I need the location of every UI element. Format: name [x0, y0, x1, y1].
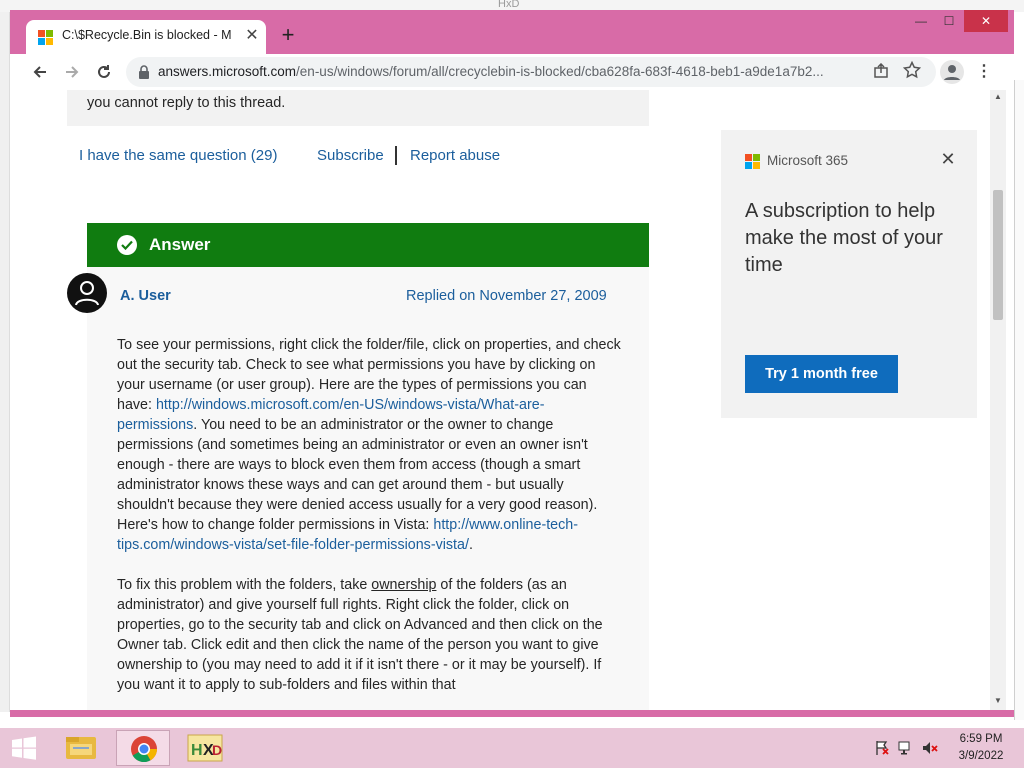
volume-muted-icon[interactable]: [922, 740, 938, 756]
close-window-button[interactable]: ✕: [964, 10, 1008, 32]
answer-text-segment: of the folders (as an administrator) and…: [117, 577, 603, 693]
ad-brand: Microsoft 365: [767, 153, 849, 168]
answer-text-segment: .: [468, 537, 473, 553]
microsoft-logo-icon: [745, 154, 761, 170]
clock-time[interactable]: 6:59 PM: [953, 733, 1009, 745]
answer-paragraph: To see your permissions, right click the…: [117, 335, 621, 555]
svg-text:H: H: [191, 742, 203, 759]
taskbar: HXD 6:59 PM 3/9/2022: [0, 728, 1024, 768]
bookmark-star-icon[interactable]: [902, 60, 922, 81]
browser-window: C:\$Recycle.Bin is blocked - Micr ✕ + — …: [10, 10, 1014, 717]
share-icon[interactable]: [872, 62, 890, 81]
reply-date[interactable]: Replied on November 27, 2009: [406, 288, 607, 304]
answer-label: Answer: [149, 235, 211, 254]
answer-author[interactable]: A. User: [120, 288, 171, 304]
link-divider: [395, 146, 397, 165]
background-window-title: HxD: [498, 0, 520, 10]
tab-strip: C:\$Recycle.Bin is blocked - Micr ✕ + — …: [10, 10, 1014, 54]
lock-icon[interactable]: [138, 65, 150, 79]
clock-date[interactable]: 3/9/2022: [953, 750, 1009, 762]
answer-header: Answer: [87, 223, 649, 267]
forward-arrow-icon[interactable]: [60, 60, 84, 84]
tab-title: C:\$Recycle.Bin is blocked - Micr: [62, 28, 232, 42]
answer-text-segment: To fix this problem with the folders, ta…: [117, 577, 372, 593]
try-free-button[interactable]: Try 1 month free: [745, 355, 898, 393]
minimize-button[interactable]: —: [908, 10, 934, 32]
url-text[interactable]: answers.microsoft.com/en-us/windows/foru…: [158, 64, 858, 82]
checkmark-icon: [117, 235, 137, 255]
scroll-up-arrow-icon[interactable]: ▲: [994, 92, 1002, 101]
network-icon[interactable]: [898, 740, 914, 756]
page-scrollbar[interactable]: ▲ ▼: [990, 90, 1006, 710]
subscribe-link[interactable]: Subscribe: [317, 147, 384, 164]
page-content: you cannot reply to this thread. I have …: [10, 90, 1014, 710]
ad-headline: A subscription to help make the most of …: [745, 200, 943, 276]
address-bar[interactable]: answers.microsoft.com/en-us/windows/foru…: [126, 57, 936, 87]
profile-avatar-icon[interactable]: [940, 60, 964, 84]
hxd-icon[interactable]: HXD: [178, 730, 232, 766]
background-window-edge: [0, 12, 10, 712]
microsoft-365-ad: Microsoft 365 ✕ A subscription to help m…: [721, 130, 977, 418]
browser-tab[interactable]: C:\$Recycle.Bin is blocked - Micr ✕: [26, 20, 266, 54]
maximize-button[interactable]: ☐: [936, 10, 962, 32]
answer-text-segment: . You need to be an administrator or the…: [117, 417, 598, 533]
answer-text: To see your permissions, right click the…: [117, 335, 621, 710]
background-window-scrollbar[interactable]: [1014, 80, 1024, 720]
new-tab-button[interactable]: +: [276, 24, 300, 48]
svg-text:D: D: [212, 742, 222, 758]
more-options-icon[interactable]: ⋮: [974, 60, 994, 84]
back-arrow-icon[interactable]: [28, 60, 52, 84]
url-host: answers.microsoft.com: [158, 64, 297, 79]
user-avatar-icon[interactable]: [67, 273, 107, 313]
browser-toolbar: answers.microsoft.com/en-us/windows/foru…: [10, 54, 1014, 90]
report-abuse-link[interactable]: Report abuse: [410, 147, 500, 164]
file-explorer-icon[interactable]: [54, 730, 108, 766]
action-center-flag-icon[interactable]: [874, 740, 890, 756]
reload-icon[interactable]: [92, 60, 116, 84]
tab-close-icon[interactable]: ✕: [242, 26, 262, 46]
answer-paragraph: To fix this problem with the folders, ta…: [117, 575, 621, 695]
windows-start-icon[interactable]: [10, 736, 38, 760]
same-question-button[interactable]: I have the same question (29): [79, 147, 277, 164]
thread-locked-notice: you cannot reply to this thread.: [67, 90, 649, 126]
chrome-icon[interactable]: [116, 730, 170, 766]
scroll-thumb[interactable]: [993, 190, 1003, 320]
microsoft-logo-icon: [38, 30, 53, 45]
scroll-down-arrow-icon[interactable]: ▼: [994, 696, 1002, 705]
url-path: /en-us/windows/forum/all/crecyclebin-is-…: [296, 64, 824, 79]
notice-text: you cannot reply to this thread.: [87, 95, 286, 111]
ownership-link[interactable]: ownership: [371, 577, 436, 593]
ad-close-icon[interactable]: ✕: [939, 150, 957, 168]
